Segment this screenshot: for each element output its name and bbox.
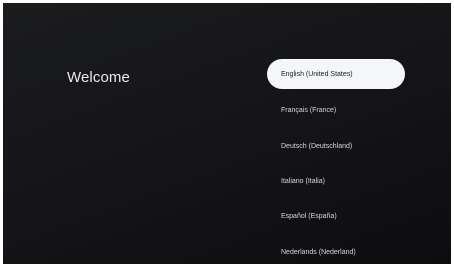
tv-frame: Welcome English (United States) Français… <box>0 0 454 267</box>
language-option-spanish[interactable]: Español (España) <box>267 201 405 231</box>
language-option-label: Italiano (Italia) <box>281 177 325 185</box>
language-option-label: Français (France) <box>281 106 337 114</box>
page-title: Welcome <box>67 69 130 86</box>
language-option-italian[interactable]: Italiano (Italia) <box>267 166 405 196</box>
language-option-french[interactable]: Français (France) <box>267 95 405 125</box>
language-option-label: Nederlands (Nederland) <box>281 248 356 256</box>
language-option-label: Deutsch (Deutschland) <box>281 142 353 150</box>
language-option-dutch[interactable]: Nederlands (Nederland) <box>267 237 405 264</box>
language-option-english-us[interactable]: English (United States) <box>267 59 405 89</box>
welcome-screen: Welcome English (United States) Français… <box>3 3 451 264</box>
language-list[interactable]: English (United States) Français (France… <box>267 59 407 264</box>
language-option-label: Español (España) <box>281 212 337 220</box>
language-option-german[interactable]: Deutsch (Deutschland) <box>267 131 405 161</box>
language-option-label: English (United States) <box>281 70 353 78</box>
